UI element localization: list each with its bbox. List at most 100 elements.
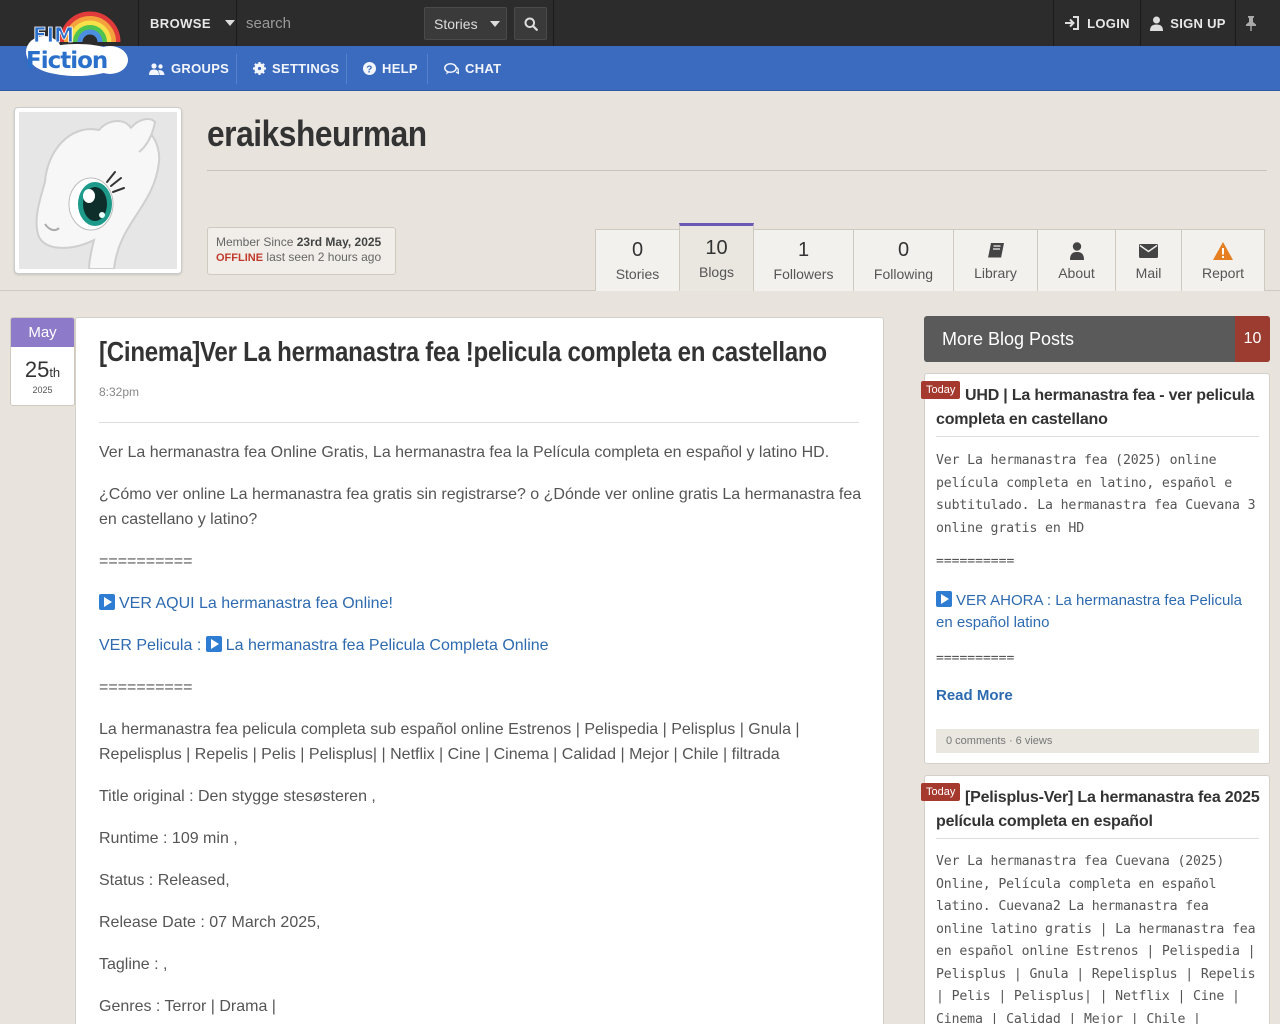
post-separator: ==========	[99, 553, 193, 570]
divider	[99, 422, 859, 423]
blog-card-separator: ==========	[936, 554, 1015, 569]
link-text: La hermanastra fea Pelicula Completa Onl…	[225, 637, 549, 654]
nav-label: CHAT	[465, 61, 502, 76]
post-body: Ver La hermanastra fea Online Gratis, La…	[99, 440, 864, 1024]
search-button[interactable]	[514, 7, 547, 40]
logo-text-top: FIM	[33, 23, 74, 47]
more-blog-posts-header[interactable]: More Blog Posts 10	[924, 316, 1270, 362]
post-separator: ==========	[99, 679, 193, 696]
post-paragraph: Status : Released,	[99, 872, 230, 889]
tab-mail[interactable]: Mail	[1115, 229, 1182, 291]
search-input[interactable]	[237, 0, 423, 46]
tab-label: Library	[974, 264, 1017, 281]
logo-text-bottom: Fiction	[26, 48, 107, 74]
avatar[interactable]	[14, 107, 182, 274]
question-icon: ?	[363, 62, 376, 75]
search-scope-select[interactable]: Stories	[424, 7, 507, 40]
divider	[936, 436, 1259, 437]
divider	[138, 0, 139, 46]
post-date-badge: May 25th 2025	[10, 317, 75, 406]
nav-item-chat[interactable]: CHAT	[444, 46, 501, 91]
nav-item-help[interactable]: ? HELP	[363, 46, 418, 91]
signup-button[interactable]: SIGN UP	[1141, 0, 1235, 46]
post-time: 8:32pm	[99, 385, 140, 399]
nav-bar: GROUPS SETTINGS ? HELP CHAT	[0, 46, 1280, 91]
post-day-number: 25	[24, 357, 50, 382]
tab-count: 10	[705, 237, 728, 259]
pin-button[interactable]	[1236, 0, 1266, 46]
sidebar-title: More Blog Posts	[942, 328, 1075, 349]
login-icon	[1065, 16, 1080, 30]
post-paragraph: Ver La hermanastra fea Online Gratis, La…	[99, 444, 830, 461]
nav-label: GROUPS	[171, 61, 230, 76]
blog-card-link[interactable]: VER AHORA : La hermanastra fea Pelicula …	[936, 590, 1258, 634]
user-icon	[1150, 16, 1164, 31]
tab-about[interactable]: About	[1037, 229, 1116, 291]
book-icon	[987, 243, 1004, 259]
read-more-link[interactable]: Read More	[936, 687, 1013, 704]
blog-card: Today UHD | La hermanastra fea - ver pel…	[921, 373, 1270, 764]
divider	[346, 54, 347, 84]
default-pony-avatar	[19, 112, 177, 269]
tab-stories[interactable]: 0 Stories	[595, 229, 680, 291]
blog-card-title[interactable]: [Pelisplus-Ver] La hermanastra fea 2025 …	[936, 786, 1266, 834]
blog-card-separator: ==========	[936, 651, 1015, 666]
tab-count: 0	[897, 239, 910, 261]
watch-link-prefix[interactable]: VER Pelicula :	[99, 637, 201, 654]
gear-icon	[253, 62, 266, 75]
tab-label: Report	[1201, 264, 1245, 281]
play-icon	[936, 591, 952, 607]
tab-report[interactable]: Report	[1181, 229, 1265, 291]
tab-label: Following	[873, 266, 934, 282]
blog-card-stats: 0 comments · 6 views	[936, 729, 1259, 753]
tab-label: About	[1058, 264, 1095, 281]
member-info-box: Member Since 23rd May, 2025 OFFLINE last…	[207, 227, 396, 275]
tab-label: Mail	[1135, 264, 1162, 281]
nav-label: HELP	[382, 61, 418, 76]
link-text: VER AHORA : La hermanastra fea Pelicula …	[936, 592, 1242, 631]
post-link-line: VER Pelicula : La hermanastra fea Pelicu…	[99, 633, 864, 658]
status-badge: OFFLINE	[216, 252, 264, 264]
pin-icon	[1246, 16, 1256, 31]
chat-icon	[444, 62, 459, 74]
watch-link[interactable]: VER AQUI La hermanastra fea Online!	[99, 594, 393, 612]
nav-item-groups[interactable]: GROUPS	[149, 46, 229, 91]
tab-followers[interactable]: 1 Followers	[753, 229, 854, 291]
nav-item-settings[interactable]: SETTINGS	[253, 46, 339, 91]
tab-count: 0	[631, 239, 644, 261]
login-label: LOGIN	[1087, 15, 1130, 31]
browse-menu[interactable]: BROWSE	[138, 0, 236, 46]
blog-count-badge: 10	[1235, 316, 1270, 362]
blog-post: [Cinema]Ver La hermanastra fea !pelicula…	[75, 317, 884, 1024]
nav-label: SETTINGS	[272, 61, 340, 76]
post-paragraph: Title original : Den stygge stesøsteren …	[99, 788, 376, 805]
site-logo[interactable]: FIM Fiction	[22, 8, 132, 78]
last-seen: last seen 2 hours ago	[266, 250, 382, 264]
post-year: 2025	[32, 385, 53, 395]
tab-label: Stories	[615, 266, 660, 282]
login-button[interactable]: LOGIN	[1054, 0, 1140, 46]
post-paragraph: Runtime : 109 min ,	[99, 830, 238, 847]
blog-card-excerpt: Ver La hermanastra fea (2025) online pel…	[936, 453, 1256, 536]
tab-blogs[interactable]: 10 Blogs	[679, 223, 754, 291]
watch-link[interactable]: La hermanastra fea Pelicula Completa Onl…	[205, 636, 549, 654]
post-title[interactable]: [Cinema]Ver La hermanastra fea !pelicula…	[99, 336, 827, 368]
tab-following[interactable]: 0 Following	[853, 229, 954, 291]
blog-card-excerpt: Ver La hermanastra fea Cuevana (2025) On…	[936, 854, 1256, 1024]
tab-library[interactable]: Library	[953, 229, 1038, 291]
profile-header: eraiksheurman Member Since 23rd May, 202…	[0, 91, 1280, 291]
blog-card-title[interactable]: UHD | La hermanastra fea - ver pelicula …	[936, 384, 1266, 432]
top-bar: BROWSE Stories LOGIN SIGN UP	[0, 0, 1280, 46]
divider	[207, 170, 1267, 171]
tab-label: Blogs	[698, 264, 735, 280]
post-month: May	[11, 318, 74, 347]
profile-tabs: 0 Stories 10 Blogs 1 Followers 0 Followi…	[595, 223, 1265, 291]
post-paragraph: Genres : Terror | Drama |	[99, 998, 276, 1015]
divider	[427, 54, 428, 84]
member-since-label: Member Since	[216, 235, 294, 249]
post-paragraph: La hermanastra fea pelicula completa sub…	[99, 721, 800, 763]
post-link-line: VER AQUI La hermanastra fea Online!	[99, 591, 864, 616]
chevron-down-icon	[224, 20, 235, 26]
users-icon	[149, 62, 165, 75]
play-icon	[99, 594, 115, 610]
